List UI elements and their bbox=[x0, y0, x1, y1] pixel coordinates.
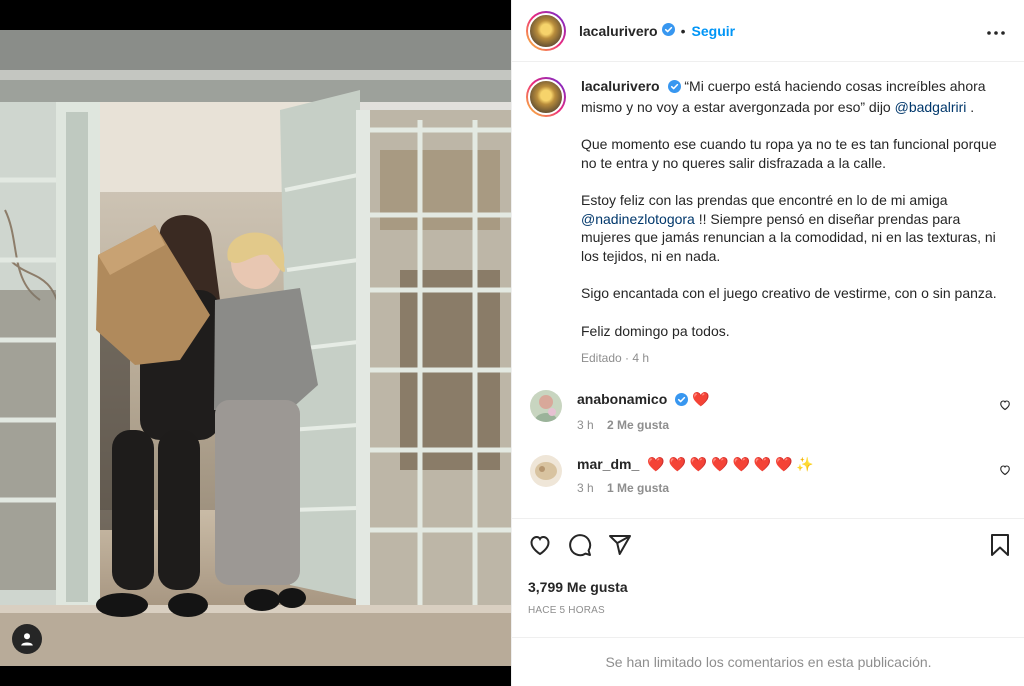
comment-item: mar_dm_ ❤️ ❤️ ❤️ ❤️ ❤️ ❤️ ❤️ ✨ 3 h 1 Me … bbox=[526, 454, 1011, 497]
heart-icon bbox=[1000, 399, 1010, 410]
comments-section[interactable]: lacalurivero “Mi cuerpo está haciendo co… bbox=[512, 63, 1024, 518]
more-options-button[interactable] bbox=[982, 19, 1010, 43]
comment-like-button[interactable] bbox=[999, 463, 1011, 479]
comment-text: ❤️ ❤️ ❤️ ❤️ ❤️ ❤️ ❤️ ✨ bbox=[647, 455, 814, 472]
mention-link-badgalriri[interactable]: @badgalriri bbox=[895, 99, 967, 115]
post-timestamp[interactable]: HACE 5 HORAS bbox=[528, 605, 1011, 616]
caption-text-1-end: . bbox=[966, 98, 975, 115]
verified-badge-icon bbox=[661, 22, 675, 39]
mention-link-nadinezlotogora[interactable]: @nadinezlotogora bbox=[581, 211, 695, 227]
follow-button[interactable]: Seguir bbox=[692, 23, 736, 39]
author-username[interactable]: lacalurivero bbox=[579, 23, 658, 39]
more-options-icon bbox=[987, 30, 1005, 35]
caption-text-2: Que momento ese cuando tu ropa ya no te … bbox=[581, 136, 997, 171]
comment-likes-count[interactable]: 2 Me gusta bbox=[607, 418, 669, 432]
comment-button[interactable] bbox=[568, 533, 592, 560]
comment-item: anabonamico ❤️ 3 h 2 Me gusta bbox=[526, 389, 1011, 434]
share-icon bbox=[609, 534, 631, 555]
post-actions: 3,799 Me gusta HACE 5 HORAS bbox=[512, 518, 1024, 616]
comment-like-button[interactable] bbox=[999, 398, 1011, 414]
like-button[interactable] bbox=[528, 533, 552, 560]
verified-badge-icon bbox=[667, 79, 681, 98]
commenter-username[interactable]: anabonamico bbox=[577, 391, 667, 407]
post-side-panel: lacalurivero • Seguir lacalurivero “Mi c… bbox=[511, 0, 1024, 686]
comment-time: 3 h bbox=[577, 417, 594, 432]
post-photo bbox=[0, 30, 511, 666]
caption-text-4: Sigo encantada con el juego creativo de … bbox=[581, 285, 997, 301]
caption-text-3: Estoy feliz con las prendas que encontré… bbox=[581, 192, 948, 208]
post-photo-pane bbox=[0, 0, 511, 686]
comment-time: 3 h bbox=[577, 480, 594, 495]
author-avatar[interactable] bbox=[526, 10, 566, 51]
comment-icon bbox=[569, 533, 592, 556]
user-tag-icon bbox=[21, 633, 33, 646]
commenter-avatar[interactable] bbox=[530, 454, 562, 487]
save-button[interactable] bbox=[989, 533, 1011, 560]
heart-icon bbox=[1000, 464, 1010, 475]
heart-icon bbox=[530, 535, 550, 555]
likes-count[interactable]: 3,799 Me gusta bbox=[528, 579, 1011, 595]
comment-text: ❤️ bbox=[692, 390, 710, 407]
commenter-avatar[interactable] bbox=[530, 389, 562, 422]
caption-text-5: Feliz domingo pa todos. bbox=[581, 322, 730, 339]
bookmark-icon bbox=[991, 533, 1009, 556]
caption-username[interactable]: lacalurivero bbox=[581, 78, 660, 94]
commenter-username[interactable]: mar_dm_ bbox=[577, 456, 639, 472]
comment-likes-count[interactable]: 1 Me gusta bbox=[607, 481, 669, 495]
share-button[interactable] bbox=[608, 533, 632, 560]
caption: lacalurivero “Mi cuerpo está haciendo co… bbox=[526, 77, 1011, 368]
verified-badge-icon bbox=[675, 392, 689, 410]
caption-edited-meta: Editado · 4 h bbox=[581, 351, 650, 365]
separator-dot: • bbox=[680, 22, 686, 39]
comments-limited-notice: Se han limitado los comentarios en esta … bbox=[512, 637, 1024, 686]
caption-author-avatar[interactable] bbox=[526, 77, 566, 117]
post-header: lacalurivero • Seguir bbox=[512, 0, 1024, 62]
tagged-users-button[interactable] bbox=[12, 624, 42, 654]
